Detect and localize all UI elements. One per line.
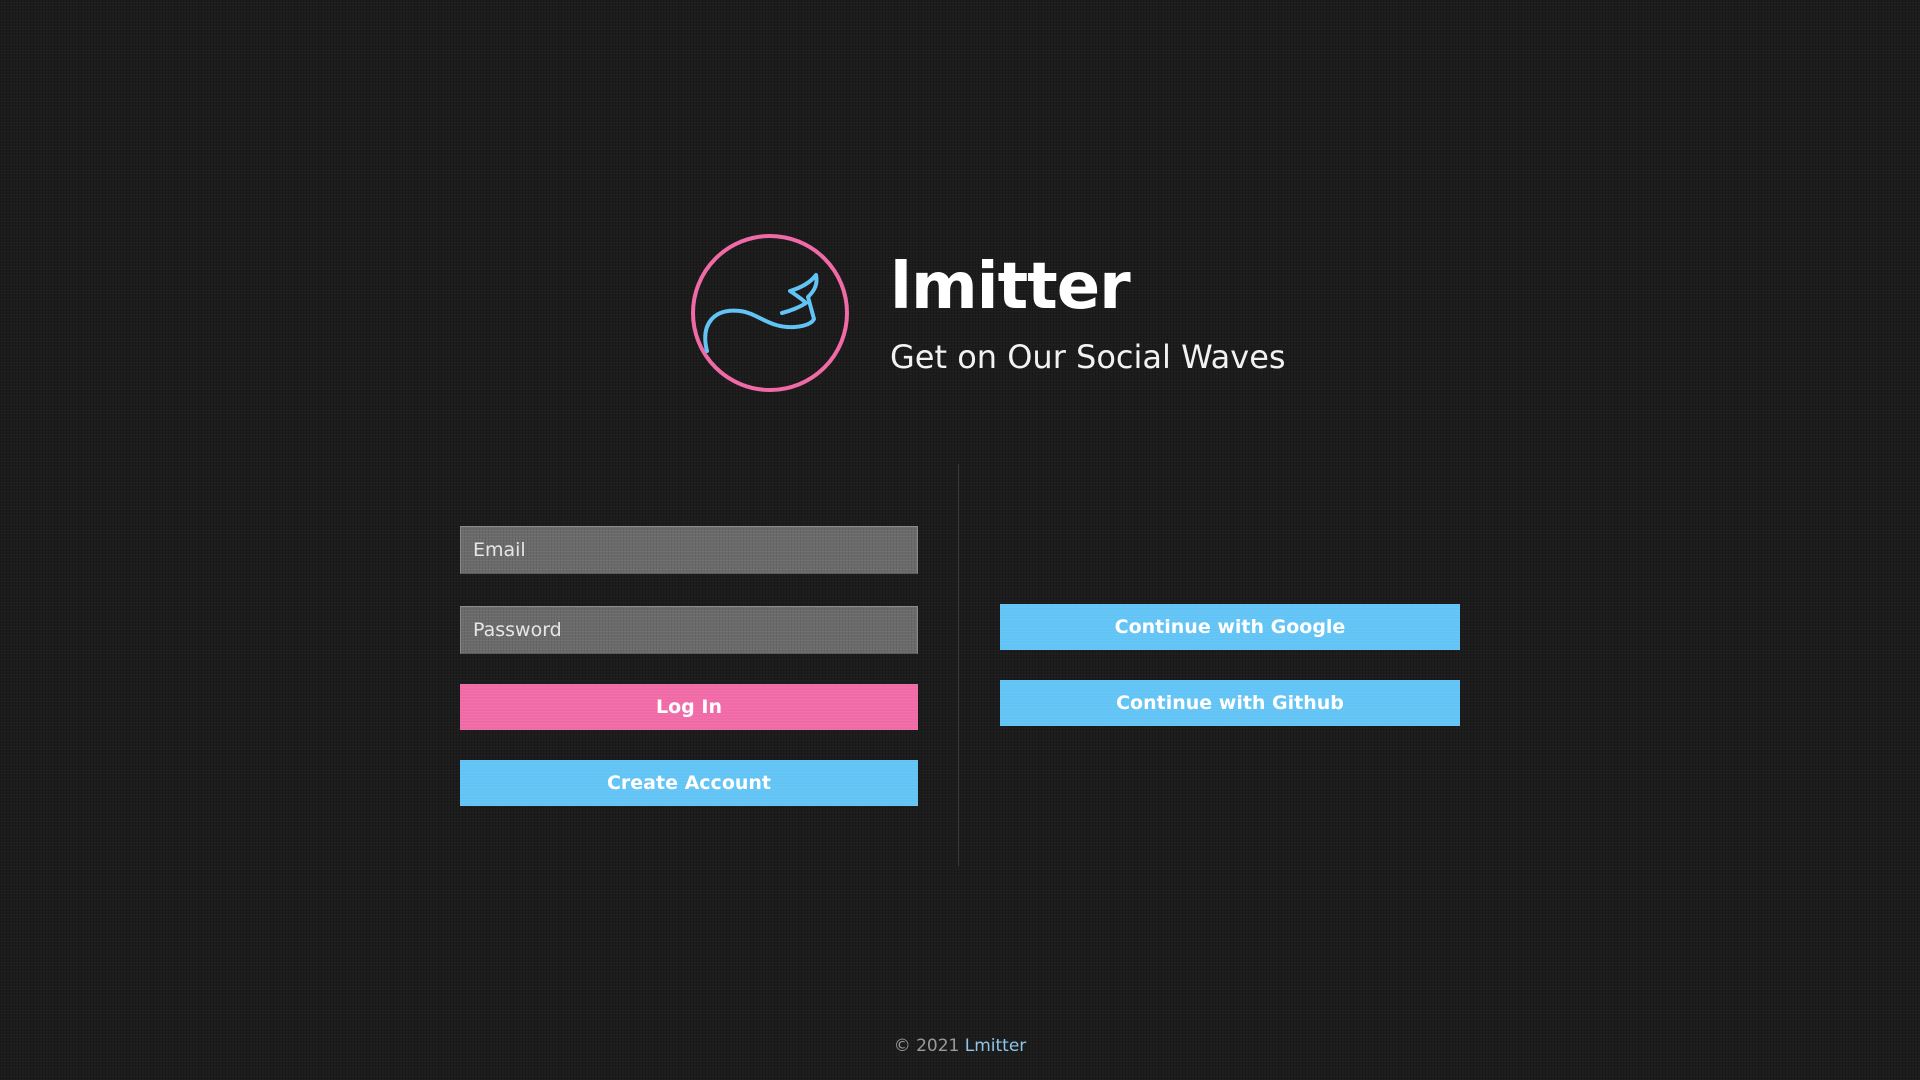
app-title: lmitter	[890, 250, 1131, 324]
password-field[interactable]	[460, 606, 918, 654]
vertical-divider	[958, 464, 959, 866]
continue-with-google-button[interactable]: Continue with Google	[1000, 604, 1460, 650]
footer: © 2021 Lmitter	[0, 1036, 1920, 1056]
app-tagline: Get on Our Social Waves	[890, 338, 1286, 376]
brand-header: lmitter Get on Our Social Waves	[690, 233, 1310, 393]
footer-copyright: © 2021	[893, 1036, 960, 1056]
continue-with-github-button[interactable]: Continue with Github	[1000, 680, 1460, 726]
login-button[interactable]: Log In	[460, 684, 918, 730]
create-account-button[interactable]: Create Account	[460, 760, 918, 806]
wave-whale-logo-icon	[691, 234, 849, 392]
email-field[interactable]	[460, 526, 918, 574]
footer-brand: Lmitter	[964, 1036, 1027, 1056]
